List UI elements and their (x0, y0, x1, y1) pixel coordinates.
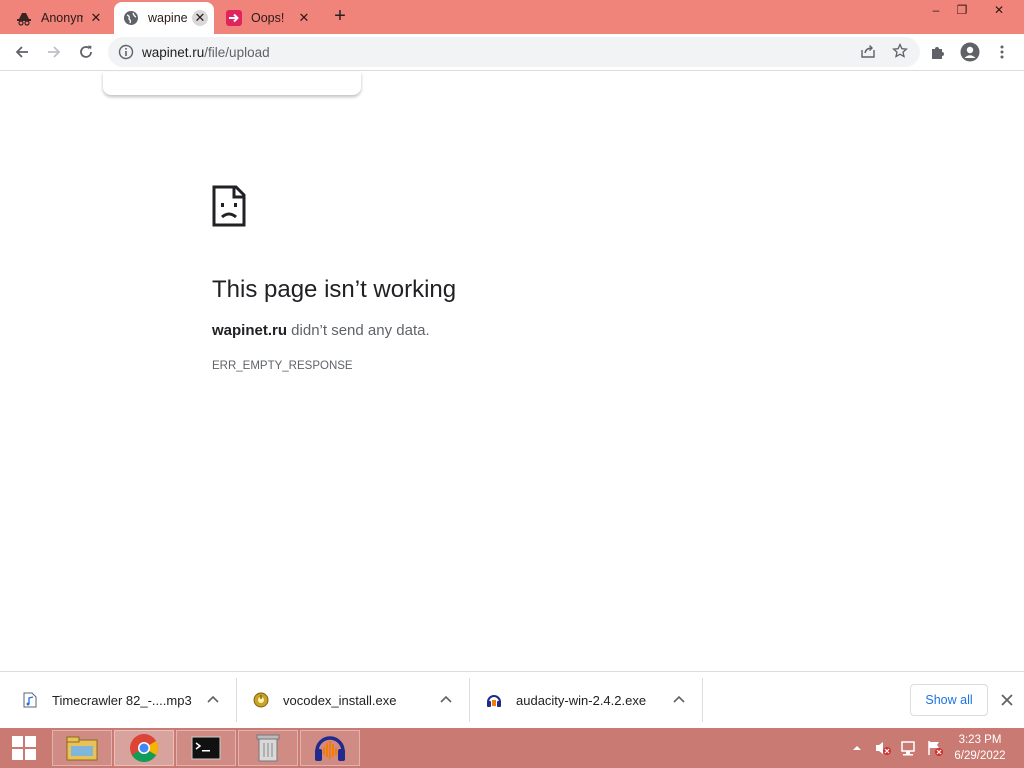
reload-icon (80, 45, 92, 58)
forward-button[interactable] (40, 38, 68, 66)
url-path: /file/upload (204, 45, 270, 60)
bookmark-star-icon[interactable] (892, 42, 908, 64)
windows-taskbar: 3:23 PM 6/29/2022 (0, 728, 1024, 768)
recycle-app-icon (256, 734, 280, 762)
tab-title: Oops! I (251, 11, 287, 25)
show-all-button[interactable]: Show all (910, 684, 988, 716)
action-center-flag-icon[interactable] (926, 739, 944, 757)
tab-strip: Anonym ✕ wapine ✕ Oops! I ✕ + – ❐ ✕ (0, 0, 1024, 34)
file-explorer-icon (66, 736, 98, 761)
clock-time: 3:23 PM (958, 734, 1002, 746)
system-tray (850, 728, 944, 768)
divider (469, 678, 470, 722)
audacity-icon (315, 736, 345, 761)
windows-logo-icon (12, 736, 36, 760)
download-shelf: Timecrawler 82_-....mp3 vocodex_install.… (0, 671, 1024, 728)
close-window-button[interactable]: ✕ (984, 0, 1014, 22)
cmd-icon (191, 736, 221, 760)
chevron-up-icon[interactable] (672, 693, 686, 707)
chrome-menu-button[interactable] (988, 38, 1016, 66)
download-item[interactable]: audacity-win-2.4.2.exe (486, 678, 696, 722)
error-code: ERR_EMPTY_RESPONSE (212, 360, 353, 372)
download-filename: vocodex_install.exe (283, 692, 397, 708)
error-message: wapinet.ru didn’t send any data. (212, 322, 430, 339)
taskbar-cmd[interactable] (176, 730, 236, 766)
chevron-up-icon[interactable] (439, 693, 453, 707)
close-tab-icon[interactable]: ✕ (88, 10, 104, 26)
chevron-up-icon[interactable] (206, 693, 220, 707)
clock-date: 6/29/2022 (954, 750, 1006, 762)
network-icon[interactable] (900, 739, 918, 757)
arrow-right-pink-icon (226, 10, 242, 26)
taskbar-clock[interactable]: 3:23 PM 6/29/2022 (948, 732, 1012, 764)
close-tab-icon[interactable]: ✕ (192, 10, 208, 26)
forward-arrow-icon (48, 46, 61, 58)
globe-icon (123, 10, 139, 26)
taskbar-file-explorer[interactable] (52, 730, 112, 766)
site-info-icon[interactable] (118, 44, 134, 60)
divider (236, 678, 237, 722)
profile-button[interactable] (956, 38, 984, 66)
audio-file-icon (22, 692, 38, 708)
divider (702, 678, 703, 722)
back-button[interactable] (8, 38, 36, 66)
download-item[interactable]: Timecrawler 82_-....mp3 (22, 678, 232, 722)
back-arrow-icon (15, 46, 28, 58)
puzzle-icon (932, 47, 944, 59)
volume-muted-icon[interactable] (874, 739, 892, 757)
download-item[interactable]: vocodex_install.exe (253, 678, 463, 722)
sad-page-icon (212, 185, 246, 232)
download-filename: audacity-win-2.4.2.exe (516, 692, 647, 708)
close-tab-icon[interactable]: ✕ (296, 10, 312, 26)
hat-glasses-icon (16, 10, 32, 26)
audacity-icon (486, 692, 502, 708)
tab-title: Anonym (41, 11, 83, 25)
address-bar[interactable]: wapinet.ru/file/upload (108, 37, 920, 67)
error-host: wapinet.ru (212, 322, 288, 339)
kebab-menu-icon (1000, 45, 1004, 59)
tab-oops[interactable]: Oops! I ✕ (226, 2, 318, 34)
extensions-button[interactable] (924, 38, 952, 66)
tab-wapinet[interactable]: wapine ✕ (114, 2, 214, 34)
new-tab-button[interactable]: + (329, 6, 351, 28)
start-button[interactable] (0, 728, 48, 768)
chevron-up-icon[interactable] (850, 741, 864, 755)
restore-button[interactable]: ❐ (947, 0, 977, 22)
url-text[interactable]: wapinet.ru/file/upload (142, 45, 270, 60)
avatar-icon (960, 42, 980, 62)
error-title: This page isn’t working (212, 276, 457, 303)
taskbar-audacity[interactable] (300, 730, 360, 766)
installer-icon (253, 692, 269, 708)
url-domain: wapinet.ru (142, 45, 205, 60)
tab-anonym[interactable]: Anonym ✕ (16, 2, 110, 34)
download-filename: Timecrawler 82_-....mp3 (52, 692, 192, 708)
chrome-icon (130, 734, 158, 762)
share-icon[interactable] (860, 43, 876, 64)
taskbar-app[interactable] (238, 730, 298, 766)
browser-toolbar: wapinet.ru/file/upload (0, 34, 1024, 71)
error-message-text: didn’t send any data. (287, 322, 430, 339)
close-shelf-icon[interactable] (998, 691, 1016, 709)
taskbar-chrome[interactable] (114, 730, 174, 766)
reload-button[interactable] (72, 38, 100, 66)
tab-title: wapine (148, 11, 188, 25)
popup-remnant (103, 72, 361, 95)
